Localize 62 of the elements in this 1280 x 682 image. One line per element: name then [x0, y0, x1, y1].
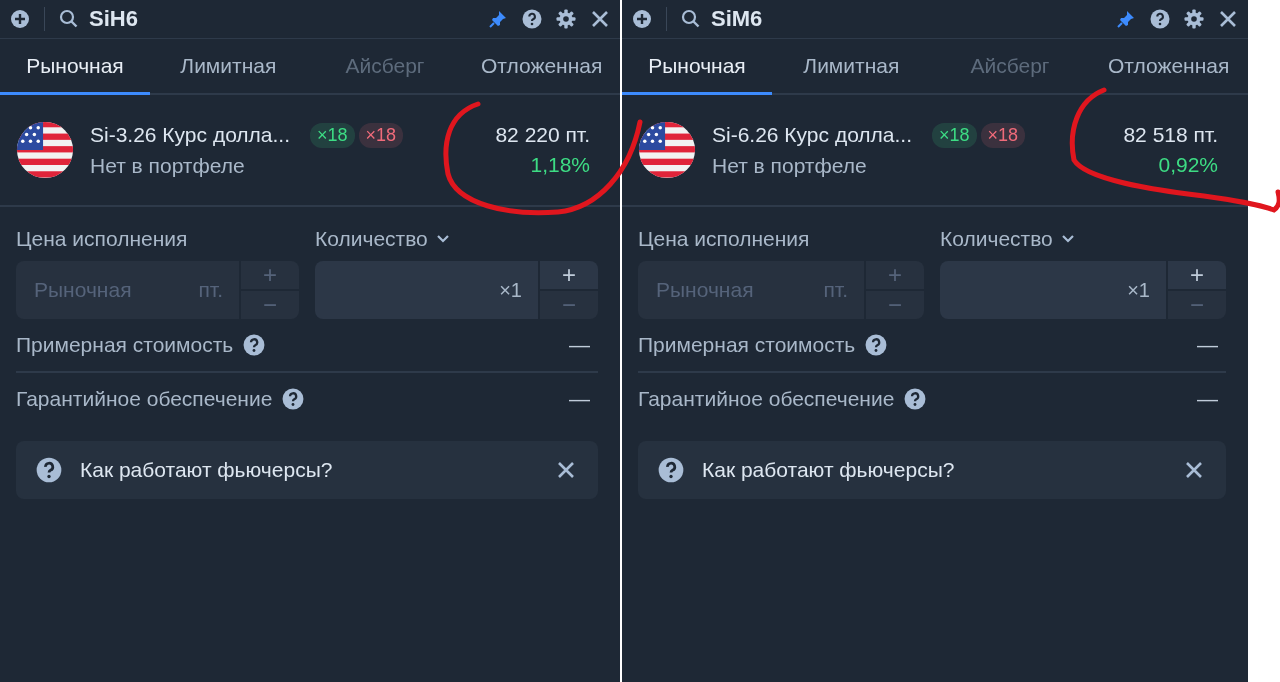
leverage-badge: ×18: [310, 122, 355, 148]
add-icon[interactable]: [10, 9, 30, 29]
summary-value: —: [1197, 333, 1218, 357]
leverage-badge: ×18: [358, 122, 404, 148]
chevron-down-icon[interactable]: [1060, 234, 1075, 244]
quantity-input-field[interactable]: ×1: [315, 261, 538, 319]
chevron-down-icon[interactable]: [435, 234, 450, 244]
leverage-badge: ×18: [980, 122, 1026, 148]
portfolio-status: Нет в портфеле: [90, 153, 246, 178]
order-type-tab[interactable]: Отложенная: [1089, 39, 1248, 95]
field-label: Цена исполнения: [638, 227, 811, 251]
order-type-tab[interactable]: Отложенная: [463, 39, 620, 95]
quantity-input-field[interactable]: ×1: [940, 261, 1166, 319]
close-icon[interactable]: [1218, 9, 1238, 29]
summary-label: Примерная стоимость: [16, 333, 234, 357]
search-icon: [59, 9, 79, 29]
increment-button[interactable]: +: [540, 261, 598, 289]
add-icon[interactable]: [632, 9, 652, 29]
help-icon[interactable]: [865, 334, 888, 356]
summary-label: Гарантийное обеспечение: [16, 387, 273, 411]
field-label[interactable]: Количество: [940, 227, 1053, 251]
leverage-badge: ×18: [932, 122, 977, 148]
info-text: Как работают фьючерсы?: [80, 458, 334, 482]
pin-icon[interactable]: [1116, 9, 1136, 29]
help-icon: [658, 457, 684, 483]
help-icon[interactable]: [904, 388, 927, 410]
close-icon[interactable]: [590, 9, 610, 29]
help-icon[interactable]: [522, 9, 542, 29]
info-banner[interactable]: Как работают фьючерсы?: [16, 441, 598, 499]
summary-value: —: [569, 333, 590, 357]
close-icon[interactable]: [556, 460, 576, 480]
portfolio-status: Нет в портфеле: [712, 153, 868, 178]
order-type-tab[interactable]: Рыночная: [0, 39, 150, 95]
order-type-tab[interactable]: Рыночная: [622, 39, 772, 95]
price-change: 0,92%: [1158, 153, 1218, 177]
order-type-tab[interactable]: Лимитная: [772, 39, 931, 95]
search-icon: [681, 9, 701, 29]
settings-icon[interactable]: [1184, 9, 1204, 29]
help-icon: [36, 457, 62, 483]
close-icon[interactable]: [1184, 460, 1204, 480]
field-label[interactable]: Количество: [315, 227, 428, 251]
summary-label: Гарантийное обеспечение: [638, 387, 895, 411]
pin-icon[interactable]: [488, 9, 508, 29]
price-value: 82 220 пт.: [495, 123, 590, 147]
search-field[interactable]: SiH6: [89, 6, 474, 32]
price-value: 82 518 пт.: [1123, 123, 1218, 147]
help-icon[interactable]: [243, 334, 266, 356]
field-label: Цена исполнения: [16, 227, 189, 251]
summary-label: Примерная стоимость: [638, 333, 856, 357]
instrument-name: Si-6.26 Курс долла...: [712, 123, 913, 147]
price-change: 1,18%: [530, 153, 590, 177]
info-text: Как работают фьючерсы?: [702, 458, 956, 482]
help-icon[interactable]: [282, 388, 305, 410]
instrument-name: Si-3.26 Курс долла...: [90, 123, 291, 147]
info-banner[interactable]: Как работают фьючерсы?: [638, 441, 1226, 499]
settings-icon[interactable]: [556, 9, 576, 29]
help-icon[interactable]: [1150, 9, 1170, 29]
increment-button[interactable]: +: [1168, 261, 1226, 289]
summary-value: —: [569, 387, 590, 411]
search-field[interactable]: SiM6: [711, 6, 1102, 32]
order-type-tab[interactable]: Лимитная: [150, 39, 307, 95]
summary-value: —: [1197, 387, 1218, 411]
